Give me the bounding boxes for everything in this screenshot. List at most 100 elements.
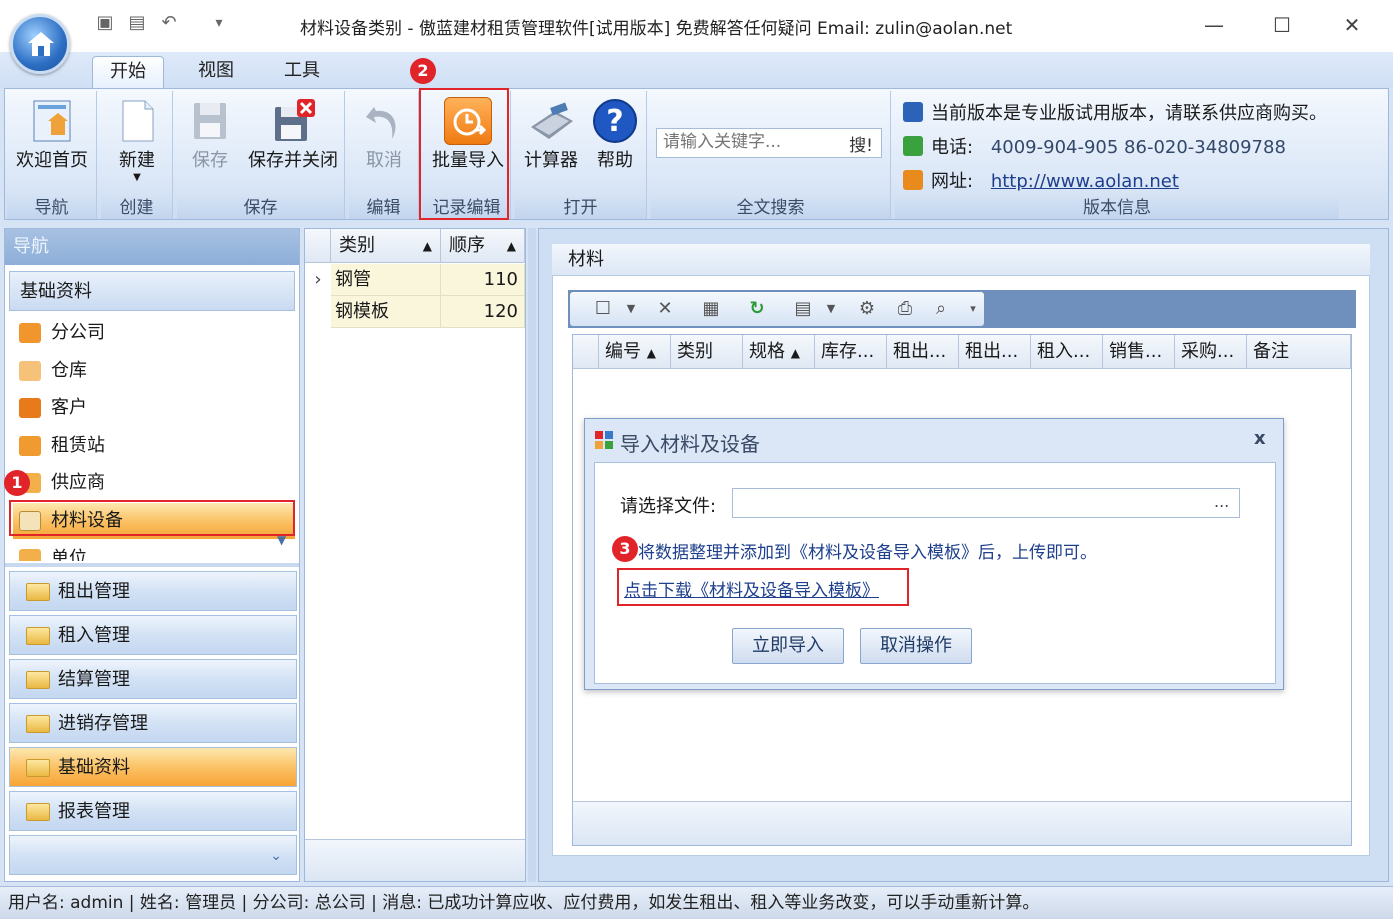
- nav-item-customer[interactable]: 客户: [13, 390, 295, 426]
- highlight-batch-import: [419, 88, 509, 220]
- dialog-title: 导入材料及设备: [620, 432, 760, 456]
- calculator-button[interactable]: 计算器: [519, 95, 583, 173]
- save-close-icon[interactable]: ▤: [124, 10, 150, 36]
- nav-section-settlement[interactable]: 结算管理: [9, 659, 297, 699]
- maximize-icon[interactable]: ☐: [1258, 8, 1306, 42]
- save-close-button[interactable]: 保存并关闭: [243, 95, 343, 173]
- toolbar-buttons: ☐ ▼ ✕ ▦ ↻ ▤ ▼ ⚙ ⎙ ⌕ ▾: [570, 292, 984, 326]
- column-header-rent-out-1[interactable]: 租出...: [887, 335, 959, 369]
- column-header-spec[interactable]: 规格 ▲: [743, 335, 815, 369]
- nav-item-supplier[interactable]: 供应商: [13, 465, 295, 501]
- home-button[interactable]: 欢迎首页: [11, 95, 93, 173]
- column-header-remark[interactable]: 备注: [1247, 335, 1351, 369]
- print-icon[interactable]: ⎙: [892, 298, 918, 320]
- column-header-rent-out-2[interactable]: 租出...: [959, 335, 1031, 369]
- table-cell[interactable]: 钢管: [331, 264, 441, 296]
- fulltext-search: 搜!: [656, 128, 882, 158]
- column-header-code[interactable]: 编号 ▲: [599, 335, 671, 369]
- undo-icon[interactable]: ↶: [156, 10, 182, 36]
- column-header-rent-in[interactable]: 租入...: [1031, 335, 1103, 369]
- title-bar: ▣ ▤ ↶ ▾ 材料设备类别 - 傲蓝建材租赁管理软件[试用版本] 免费解答任何…: [0, 0, 1393, 52]
- chevron-down-icon[interactable]: ▾: [960, 298, 986, 320]
- nav-overflow-chevron[interactable]: ⌄: [9, 835, 297, 875]
- new-record-icon[interactable]: ☐: [590, 298, 616, 320]
- column-header-category[interactable]: 类别: [671, 335, 743, 369]
- cancel-operation-button[interactable]: 取消操作: [860, 628, 972, 664]
- dialog-close-icon[interactable]: x: [1254, 428, 1266, 449]
- nav-section-inventory[interactable]: 进销存管理: [9, 703, 297, 743]
- nav-section-rent-out[interactable]: 租出管理: [9, 571, 297, 611]
- column-header-order[interactable]: 顺序 ▲: [441, 229, 525, 263]
- preview-icon[interactable]: ⌕: [928, 298, 954, 320]
- cancel-edit-button[interactable]: 取消: [353, 95, 415, 173]
- website-link[interactable]: http://www.aolan.net: [991, 171, 1179, 192]
- sort-asc-icon: ▲: [790, 346, 800, 360]
- calendar-icon[interactable]: ▦: [698, 298, 724, 320]
- home-icon: [903, 170, 923, 190]
- group-create: 新建 ▼ 创建: [101, 91, 173, 219]
- dialog-app-icon: [594, 430, 614, 450]
- table-cell[interactable]: 钢模板: [331, 296, 441, 328]
- nav-item-warehouse[interactable]: 仓库: [13, 353, 295, 389]
- materials-title: 材料: [552, 244, 1370, 276]
- search-input[interactable]: [657, 129, 837, 155]
- close-icon[interactable]: ✕: [1328, 8, 1376, 42]
- new-button[interactable]: 新建 ▼: [103, 95, 171, 183]
- vertical-splitter[interactable]: [528, 228, 536, 882]
- nav-item-branch[interactable]: 分公司: [13, 315, 295, 351]
- annotation-badge-1: 1: [4, 470, 30, 496]
- tab-start[interactable]: 开始: [92, 56, 164, 88]
- export-icon[interactable]: ▤: [790, 298, 816, 320]
- chevron-down-icon[interactable]: ▼: [618, 298, 644, 320]
- file-path-input[interactable]: [732, 488, 1240, 518]
- column-header-sales[interactable]: 销售...: [1103, 335, 1175, 369]
- refresh-icon[interactable]: ↻: [744, 298, 770, 320]
- undo-icon: [360, 97, 408, 145]
- nav-header: 导航: [5, 229, 299, 265]
- delete-icon[interactable]: ✕: [652, 298, 678, 320]
- nav-section-reports[interactable]: 报表管理: [9, 791, 297, 831]
- rental-station-icon: [19, 436, 41, 456]
- table-cell[interactable]: 120: [441, 296, 525, 328]
- current-row-indicator-icon: ›: [314, 269, 322, 290]
- tab-view[interactable]: 视图: [182, 56, 250, 88]
- svg-text:?: ?: [606, 104, 623, 139]
- nav-section-rent-in[interactable]: 租入管理: [9, 615, 297, 655]
- quick-access-dropdown[interactable]: ▾: [206, 10, 232, 36]
- highlight-materials: [9, 500, 295, 536]
- nav-item-unit[interactable]: 单位: [13, 541, 295, 561]
- column-header-category[interactable]: 类别 ▲: [331, 229, 441, 263]
- help-button[interactable]: ? 帮助: [587, 95, 643, 173]
- app-menu-orb[interactable]: [10, 14, 70, 74]
- nav-item-rental-station[interactable]: 租赁站: [13, 428, 295, 464]
- folder-icon: [26, 803, 50, 821]
- window-title: 材料设备类别 - 傲蓝建材租赁管理软件[试用版本] 免费解答任何疑问 Email…: [300, 19, 1013, 39]
- chevron-down-icon[interactable]: ▼: [818, 298, 844, 320]
- column-header-purchase[interactable]: 采购...: [1175, 335, 1247, 369]
- file-label: 请选择文件:: [620, 496, 717, 517]
- unit-icon: [19, 549, 41, 561]
- browse-button[interactable]: ...: [1214, 492, 1229, 511]
- welcome-home-icon: [28, 97, 76, 145]
- nav-section-title[interactable]: 基础资料: [9, 271, 295, 311]
- save-icon[interactable]: ▣: [92, 10, 118, 36]
- settings-icon[interactable]: ⚙: [854, 298, 880, 320]
- annotation-badge-3: 3: [612, 536, 638, 562]
- splitter[interactable]: [5, 563, 299, 567]
- minimize-icon[interactable]: —: [1190, 8, 1238, 42]
- column-header-stock[interactable]: 库存...: [815, 335, 887, 369]
- folder-icon: [26, 759, 50, 777]
- import-now-button[interactable]: 立即导入: [732, 628, 844, 664]
- folder-icon: [26, 671, 50, 689]
- home-icon: [28, 32, 54, 56]
- save-button[interactable]: 保存: [181, 95, 239, 173]
- group-edit: 取消 编辑: [349, 91, 419, 219]
- tab-tools[interactable]: 工具: [268, 56, 336, 88]
- info-icon: [903, 102, 923, 122]
- folder-icon: [26, 583, 50, 601]
- nav-section-basic-data[interactable]: 基础资料: [9, 747, 297, 787]
- search-button[interactable]: 搜!: [849, 131, 873, 156]
- version-notice: 当前版本是专业版试用版本，请联系供应商购买。: [903, 99, 1327, 125]
- sort-asc-icon: ▲: [506, 239, 516, 253]
- table-cell[interactable]: 110: [441, 264, 525, 296]
